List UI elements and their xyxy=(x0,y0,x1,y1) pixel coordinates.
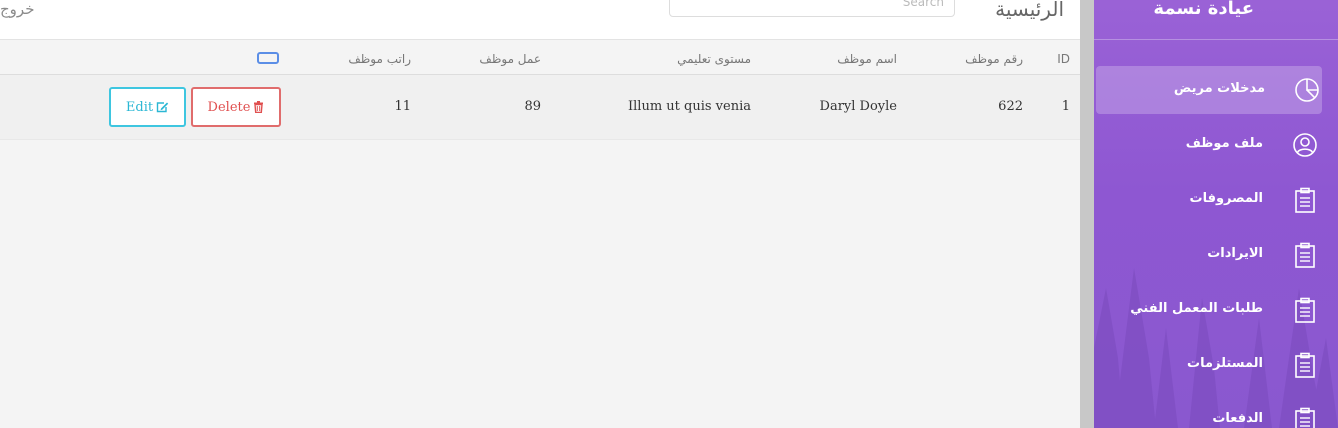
sidebar-item-supplies[interactable]: المستلزمات xyxy=(1094,341,1338,389)
cell-emp-name: Daryl Doyle xyxy=(819,99,897,114)
sidebar-item-label: المستلزمات xyxy=(1187,356,1263,371)
sidebar-item-lab-requests[interactable]: طلبات المعمل الفني xyxy=(1094,286,1338,334)
pie-chart-icon xyxy=(1295,78,1319,102)
main-content: خروج الرئيسية ID رقم موظف اسم موظف مستوى… xyxy=(0,0,1080,428)
clipboard-icon xyxy=(1295,352,1315,378)
clipboard-icon xyxy=(1295,407,1315,428)
column-header-emp-name: اسم موظف xyxy=(837,52,897,66)
column-header-job: عمل موظف xyxy=(479,52,541,66)
sidebar-item-revenues[interactable]: الايرادات xyxy=(1094,231,1338,279)
trash-icon xyxy=(254,101,264,113)
edit-button[interactable]: Edit xyxy=(109,87,186,127)
brand-title: عيادة نسمة xyxy=(1153,0,1254,19)
user-circle-icon xyxy=(1293,133,1317,157)
sidebar-item-patient-entries[interactable]: مدخلات مريض xyxy=(1096,66,1322,114)
cell-education: Illum ut quis venia xyxy=(628,99,751,114)
search-input[interactable] xyxy=(669,0,955,17)
delete-button[interactable]: Delete xyxy=(191,87,281,127)
sidebar-item-expenses[interactable]: المصروفات xyxy=(1094,176,1338,224)
sidebar-item-payments[interactable]: الدفعات xyxy=(1094,396,1338,428)
column-header-emp-number: رقم موظف xyxy=(965,52,1023,66)
column-header-salary: راتب موظف xyxy=(348,52,411,66)
sidebar-item-label: طلبات المعمل الفني xyxy=(1130,301,1263,316)
cell-id: 1 xyxy=(1061,99,1070,114)
page-title: الرئيسية xyxy=(995,0,1064,21)
column-header-id: ID xyxy=(1057,52,1070,66)
sidebar-item-label: المصروفات xyxy=(1189,191,1264,206)
sidebar-item-label: الدفعات xyxy=(1212,411,1263,426)
edit-icon xyxy=(156,102,169,113)
brand-header: عيادة نسمة xyxy=(1094,0,1338,40)
sidebar-item-employee-file[interactable]: ملف موظف xyxy=(1094,121,1338,169)
clipboard-icon xyxy=(1295,242,1315,268)
select-all-checkbox[interactable] xyxy=(257,52,279,64)
cell-job: 89 xyxy=(524,99,541,114)
edit-button-label: Edit xyxy=(125,99,154,115)
cell-salary: 11 xyxy=(394,99,411,114)
clipboard-icon xyxy=(1295,297,1315,323)
table-row: 1 622 Daryl Doyle Illum ut quis venia 89… xyxy=(0,75,1080,140)
sidebar-item-label: الايرادات xyxy=(1207,246,1263,261)
scrollbar-divider xyxy=(1080,0,1094,428)
cell-emp-number: 622 xyxy=(998,99,1023,114)
sidebar: عيادة نسمة مدخلات مريض ملف موظف المصروفا… xyxy=(1094,0,1338,428)
delete-button-label: Delete xyxy=(207,99,251,115)
logout-link[interactable]: خروج xyxy=(0,0,34,18)
clipboard-icon xyxy=(1295,187,1315,213)
column-header-education: مستوى تعليمي xyxy=(677,52,751,66)
top-bar: خروج الرئيسية xyxy=(0,0,1080,40)
table-header: ID رقم موظف اسم موظف مستوى تعليمي عمل مو… xyxy=(0,40,1080,75)
sidebar-item-label: ملف موظف xyxy=(1185,136,1263,151)
sidebar-item-label: مدخلات مريض xyxy=(1173,81,1265,96)
